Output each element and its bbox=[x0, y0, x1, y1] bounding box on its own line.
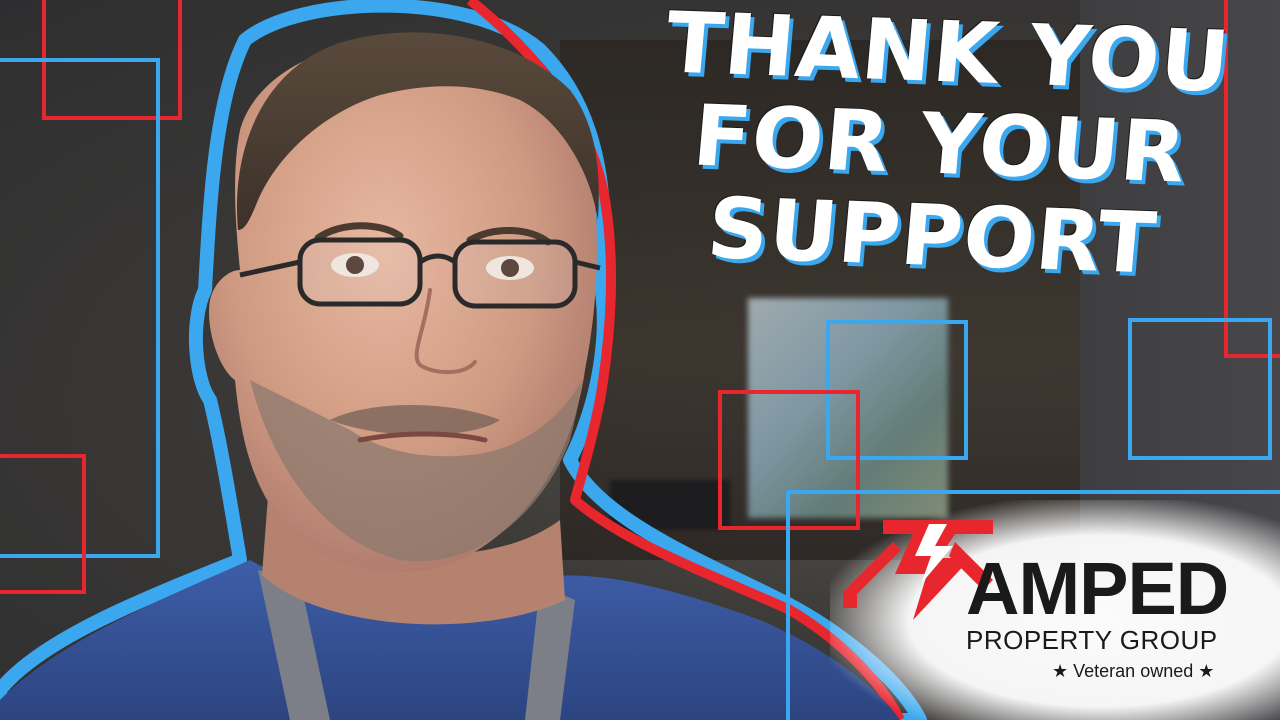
frame-blue-right bbox=[1128, 318, 1272, 460]
logo-brand: AMPED bbox=[966, 547, 1229, 630]
headline-line-3: SUPPORT bbox=[703, 179, 1161, 293]
thumbnail-stage: THANK YOU FOR YOUR SUPPORT AMPED PROPERT… bbox=[0, 0, 1280, 720]
logo-subtitle: PROPERTY GROUP bbox=[966, 625, 1218, 655]
logo-tagline: ★ Veteran owned ★ bbox=[1052, 661, 1215, 681]
headline: THANK YOU FOR YOUR SUPPORT bbox=[628, 0, 1252, 292]
